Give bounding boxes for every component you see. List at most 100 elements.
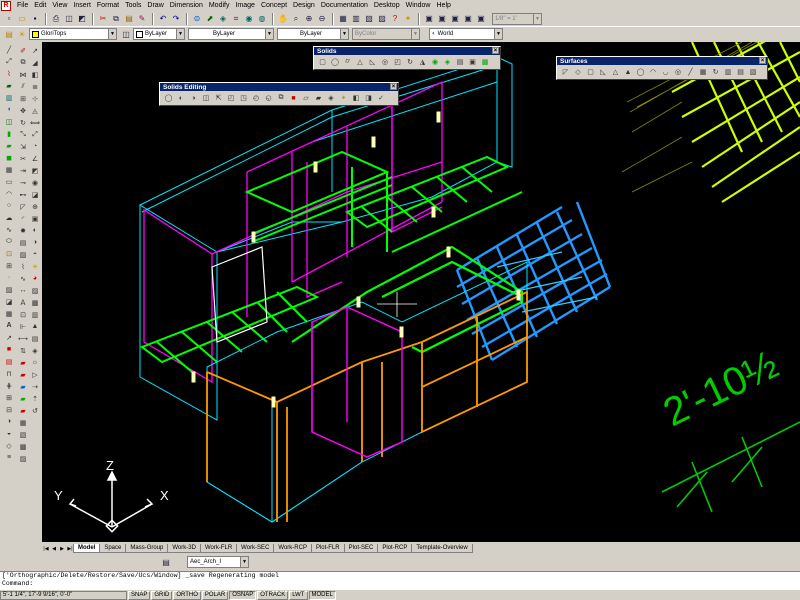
circle-icon[interactable]: ○ bbox=[3, 200, 15, 211]
make-block-icon[interactable]: ⊞ bbox=[3, 260, 15, 271]
pan-icon[interactable]: ✋ bbox=[277, 13, 289, 25]
slice-icon[interactable]: ◮ bbox=[417, 57, 428, 67]
viewport-5-icon[interactable]: ▣ bbox=[475, 13, 487, 25]
color-combo[interactable]: ByLayer ▼ bbox=[133, 28, 185, 40]
whats-new-icon[interactable]: ✦ bbox=[402, 13, 414, 25]
setup-view-icon[interactable]: ▣ bbox=[467, 57, 478, 67]
tab-prev-icon[interactable]: ◀ bbox=[50, 544, 58, 553]
table-icon[interactable]: ▦ bbox=[3, 308, 15, 319]
move-faces-icon[interactable]: ⇱ bbox=[213, 93, 224, 103]
statistics-icon[interactable]: ▤ bbox=[29, 333, 41, 344]
close-icon[interactable]: × bbox=[390, 83, 397, 90]
extrude-icon[interactable]: ◰ bbox=[392, 57, 403, 67]
rotate-faces-icon[interactable]: ◴ bbox=[251, 93, 262, 103]
tab-space[interactable]: Space bbox=[99, 544, 127, 553]
layer-walk-icon[interactable]: ▦ bbox=[17, 417, 29, 428]
save-icon[interactable]: ▪ bbox=[29, 13, 41, 25]
stair-icon[interactable]: ▤ bbox=[3, 356, 15, 367]
structural-member-icon[interactable]: ⊞ bbox=[3, 392, 15, 403]
torus-surface-icon[interactable]: ◎ bbox=[673, 67, 684, 77]
arc-icon[interactable]: ◠ bbox=[3, 188, 15, 199]
menu-help[interactable]: Help bbox=[434, 2, 454, 9]
close-icon[interactable]: × bbox=[759, 57, 766, 64]
tabulated-surface-icon[interactable]: ▥ bbox=[723, 67, 734, 77]
palette-titlebar[interactable]: Surfaces × bbox=[557, 57, 767, 65]
cylinder-icon[interactable]: ⌭ bbox=[342, 57, 353, 67]
tab-plot-flr[interactable]: Plot-FLR bbox=[310, 544, 345, 553]
background-icon[interactable]: ▩ bbox=[29, 297, 41, 308]
zoom-realtime-icon[interactable]: ⌕ bbox=[290, 13, 302, 25]
track-icon[interactable]: ⬈ bbox=[204, 13, 216, 25]
print-icon[interactable]: ⎙ bbox=[50, 13, 62, 25]
viewport-2-icon[interactable]: ▣ bbox=[436, 13, 448, 25]
sphere-surface-icon[interactable]: ◯ bbox=[635, 67, 646, 77]
viewport-3-icon[interactable]: ▣ bbox=[449, 13, 461, 25]
lineweight-combo[interactable]: ByLayer ▼ bbox=[277, 28, 349, 40]
color-faces-icon[interactable]: ■ bbox=[288, 93, 299, 103]
menu-tools[interactable]: Tools bbox=[122, 2, 144, 9]
osnap-toggle[interactable]: OSNAP bbox=[229, 590, 257, 600]
menu-window[interactable]: Window bbox=[403, 2, 434, 9]
wedge-icon[interactable]: ◺ bbox=[367, 57, 378, 67]
insert-block-icon[interactable]: ⊡ bbox=[3, 248, 15, 259]
coordinates-display[interactable]: 5'-1 1/4", 17'-9 9/16", 0'-0" bbox=[0, 590, 127, 600]
edge-surface-icon[interactable]: ▧ bbox=[748, 67, 759, 77]
schedule-icon[interactable]: ≡ bbox=[3, 452, 15, 463]
text-icon[interactable]: A bbox=[3, 320, 15, 331]
cone-icon[interactable]: △ bbox=[355, 57, 366, 67]
match-properties-icon[interactable]: ✎ bbox=[136, 13, 148, 25]
copy-faces-icon[interactable]: ⧉ bbox=[276, 93, 287, 103]
properties-icon[interactable]: ▦ bbox=[337, 13, 349, 25]
copy-icon[interactable]: ⧉ bbox=[110, 13, 122, 25]
command-prompt[interactable]: Command: bbox=[2, 580, 800, 588]
open-icon[interactable]: ▭ bbox=[16, 13, 28, 25]
leader-icon[interactable]: ↗ bbox=[3, 332, 15, 343]
3d-face-icon[interactable]: ◇ bbox=[573, 67, 584, 77]
hatch-icon[interactable]: ▨ bbox=[3, 284, 15, 295]
dim-style-icon[interactable]: ▤ bbox=[160, 556, 172, 568]
dimension-linear-icon[interactable]: ⟺ bbox=[29, 117, 41, 128]
lwt-toggle[interactable]: LWT bbox=[289, 590, 308, 600]
layer-merge-icon[interactable]: ▧ bbox=[17, 429, 29, 440]
snap-toggle[interactable]: SNAP bbox=[128, 590, 151, 600]
color-layer-icon[interactable]: ■ bbox=[3, 344, 15, 355]
polar-toggle[interactable]: POLAR bbox=[201, 590, 229, 600]
material-icon[interactable]: ◕ bbox=[29, 273, 41, 284]
construction-line-icon[interactable]: ⤢ bbox=[3, 56, 15, 67]
tag-icon[interactable]: ◇ bbox=[3, 440, 15, 451]
layer-manager-icon[interactable]: ▤ bbox=[3, 28, 15, 40]
xref-icon[interactable]: ⊕ bbox=[29, 201, 41, 212]
menu-documentation[interactable]: Documentation bbox=[318, 2, 371, 9]
clean-icon[interactable]: ✦ bbox=[338, 93, 349, 103]
tab-work-rcp[interactable]: Work-RCP bbox=[273, 544, 312, 553]
markup-icon[interactable]: ▨ bbox=[376, 13, 388, 25]
palette-titlebar[interactable]: Solids Editing × bbox=[160, 83, 398, 91]
light-icon[interactable]: ☀ bbox=[29, 261, 41, 272]
slab-icon[interactable]: ▮ bbox=[3, 128, 15, 139]
wedge-surface-icon[interactable]: ◺ bbox=[598, 67, 609, 77]
tab-work-3d[interactable]: Work-3D bbox=[167, 544, 201, 553]
make-object-layer-current-icon[interactable]: ◫ bbox=[120, 28, 132, 40]
3d-box-icon[interactable]: ▰ bbox=[3, 80, 15, 91]
ruled-surface-icon[interactable]: ▤ bbox=[735, 67, 746, 77]
line-icon[interactable]: ╱ bbox=[3, 44, 15, 55]
viewport-4-icon[interactable]: ▣ bbox=[462, 13, 474, 25]
fly-icon[interactable]: ⇡ bbox=[29, 393, 41, 404]
object-snap-icon[interactable]: ◈ bbox=[217, 13, 229, 25]
delete-faces-icon[interactable]: ◳ bbox=[238, 93, 249, 103]
scene-icon[interactable]: ▨ bbox=[29, 285, 41, 296]
copy-edges-icon[interactable]: ▱ bbox=[301, 93, 312, 103]
elevation-mark-icon[interactable]: ◒ bbox=[3, 428, 15, 439]
3d-orbit-icon[interactable]: ◍ bbox=[256, 13, 268, 25]
shell-icon[interactable]: ◨ bbox=[363, 93, 374, 103]
curtain-wall-icon[interactable]: ▦ bbox=[3, 164, 15, 175]
landscape-icon[interactable]: ▲ bbox=[29, 321, 41, 332]
layer-combo[interactable]: GloriTops ▼ bbox=[29, 28, 117, 40]
menu-edit[interactable]: Edit bbox=[31, 2, 49, 9]
wall-icon[interactable]: ▥ bbox=[3, 92, 15, 103]
image-icon[interactable]: ▣ bbox=[29, 213, 41, 224]
extrude-faces-icon[interactable]: ◫ bbox=[201, 93, 212, 103]
tab-mass-group[interactable]: Mass-Group bbox=[125, 544, 169, 553]
spline-icon[interactable]: ∿ bbox=[3, 224, 15, 235]
camera-icon[interactable]: ◉ bbox=[29, 177, 41, 188]
